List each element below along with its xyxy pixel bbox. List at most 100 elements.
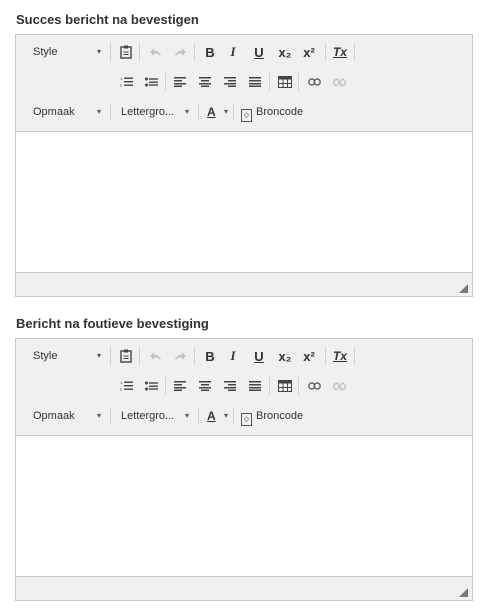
editor-content-area[interactable] [16, 132, 472, 272]
underline-button[interactable]: U [250, 43, 268, 61]
table-button[interactable] [276, 377, 294, 395]
format-dropdown-label: Opmaak [33, 106, 75, 118]
link-button[interactable] [305, 377, 323, 395]
align-center-button[interactable] [196, 73, 214, 91]
toolbar-separator [354, 43, 355, 61]
align-center-icon [199, 381, 211, 391]
source-button[interactable]: ◇ Broncode [241, 407, 304, 426]
resize-handle-icon[interactable] [459, 284, 468, 293]
italic-icon: I [230, 348, 236, 363]
clipboard-icon [120, 45, 132, 59]
style-dropdown[interactable]: Style ▾ [33, 347, 101, 365]
justify-icon [249, 77, 261, 87]
font-size-dropdown[interactable]: Lettergro... ▾ [121, 103, 189, 121]
style-dropdown-label: Style [33, 350, 58, 362]
link-button[interactable] [305, 73, 323, 91]
unlink-button[interactable] [330, 73, 348, 91]
align-right-icon [224, 381, 236, 391]
font-color-icon: A [207, 105, 216, 119]
numbered-list-button[interactable]: 12 [117, 73, 135, 91]
unlink-button[interactable] [330, 377, 348, 395]
editor-toolbar: Style ▾ B I U x₂ x² Tx 1 2 Opmaak ▾ Lett… [16, 35, 472, 132]
font-color-button[interactable]: A ▾ [206, 407, 228, 425]
editor-content-area[interactable] [16, 436, 472, 576]
unordered-list-icon [144, 77, 158, 86]
paste-button[interactable] [117, 347, 135, 365]
unlink-icon [332, 77, 346, 87]
align-left-button[interactable] [171, 73, 189, 91]
toolbar-separator [139, 347, 140, 365]
bold-button[interactable]: B [201, 347, 219, 365]
subscript-button[interactable]: x₂ [276, 43, 294, 61]
field-label: Bericht na foutieve bevestiging [16, 316, 209, 331]
field-label: Succes bericht na bevestigen [16, 12, 199, 27]
align-left-button[interactable] [171, 377, 189, 395]
font-color-icon: A [207, 409, 216, 423]
ordered-list-icon: 12 [120, 76, 133, 88]
italic-icon: I [230, 44, 236, 59]
toolbar-row-2: 12 [16, 70, 472, 94]
chevron-down-icon: ▾ [184, 411, 189, 420]
source-button[interactable]: ◇ Broncode [241, 103, 303, 122]
source-code-icon: ◇ [241, 413, 252, 426]
italic-button[interactable]: I [224, 43, 242, 61]
format-dropdown[interactable]: Opmaak ▾ [33, 407, 101, 425]
toolbar-separator [298, 73, 299, 91]
align-center-button[interactable] [196, 377, 214, 395]
toolbar-row-2: 12 [16, 374, 472, 398]
subscript-button[interactable]: x₂ [276, 347, 294, 365]
toolbar-separator [194, 43, 195, 61]
style-dropdown[interactable]: Style ▾ [33, 43, 101, 61]
align-right-button[interactable] [221, 73, 239, 91]
align-left-icon [174, 77, 186, 87]
font-color-button[interactable]: A ▾ [206, 103, 228, 121]
toolbar-row-1: Style ▾ B I U x₂ x² Tx [16, 344, 472, 368]
svg-text:1: 1 [120, 76, 123, 81]
bulleted-list-button[interactable] [142, 377, 160, 395]
remove-format-icon: Tx [332, 349, 347, 363]
chevron-down-icon: ▾ [96, 411, 101, 420]
chevron-down-icon: ▾ [96, 107, 101, 116]
remove-format-button[interactable]: Tx [331, 43, 349, 61]
remove-format-icon: Tx [332, 45, 347, 59]
table-button[interactable] [276, 73, 294, 91]
superscript-button[interactable]: x² [300, 347, 318, 365]
bold-icon: B [205, 44, 215, 60]
chevron-down-icon: ▾ [96, 47, 101, 56]
remove-format-button[interactable]: Tx [331, 347, 349, 365]
redo-button[interactable] [171, 43, 189, 61]
bulleted-list-button[interactable] [142, 73, 160, 91]
numbered-list-button[interactable]: 12 [117, 377, 135, 395]
undo-button[interactable] [146, 347, 164, 365]
toolbar-separator [233, 103, 234, 121]
chevron-down-icon: ▾ [184, 107, 189, 116]
ordered-list-icon: 12 [120, 380, 133, 392]
bold-button[interactable]: B [201, 43, 219, 61]
toolbar-separator [194, 347, 195, 365]
underline-button[interactable]: U [250, 347, 268, 365]
italic-button[interactable]: I [224, 347, 242, 365]
toolbar-separator [110, 347, 111, 365]
format-dropdown-label: Opmaak [33, 410, 75, 422]
redo-icon [174, 352, 186, 361]
toolbar-separator [325, 347, 326, 365]
subscript-icon: x₂ [278, 44, 292, 60]
redo-button[interactable] [171, 347, 189, 365]
align-right-button[interactable] [221, 377, 239, 395]
underline-icon: U [254, 44, 264, 60]
superscript-button[interactable]: x² [300, 43, 318, 61]
paste-button[interactable] [117, 43, 135, 61]
source-button-label: Broncode [256, 410, 304, 422]
font-size-dropdown[interactable]: Lettergro... ▾ [121, 407, 189, 425]
align-left-icon [174, 381, 186, 391]
undo-button[interactable] [146, 43, 164, 61]
resize-handle-icon[interactable] [459, 588, 468, 597]
justify-button[interactable] [246, 73, 264, 91]
superscript-icon: x² [303, 44, 315, 60]
justify-button[interactable] [246, 377, 264, 395]
toolbar-separator [110, 407, 111, 425]
svg-text:2: 2 [120, 83, 123, 88]
format-dropdown[interactable]: Opmaak ▾ [33, 103, 101, 121]
bold-icon: B [205, 348, 215, 364]
editor-status-bar [16, 576, 472, 600]
